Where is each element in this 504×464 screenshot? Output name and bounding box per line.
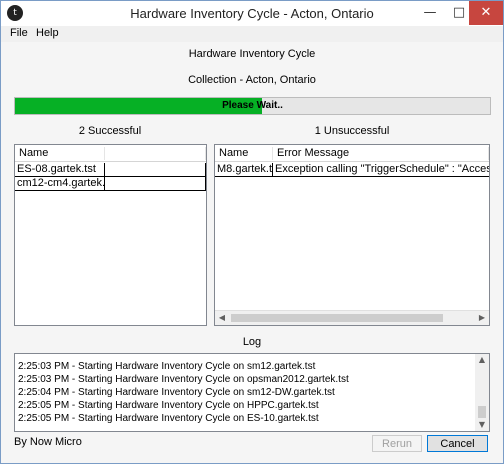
successful-name-cell: ES-08.gartek.tst (15, 163, 105, 177)
scroll-right-icon[interactable]: ▶ (475, 311, 489, 325)
menu-file[interactable]: File (10, 27, 28, 39)
log-line: 2:25:05 PM - Starting Hardware Inventory… (18, 400, 319, 411)
menu-help[interactable]: Help (36, 27, 59, 39)
log-label: Log (242, 336, 262, 348)
column-header-blank[interactable] (105, 147, 206, 160)
scroll-thumb[interactable] (231, 314, 443, 322)
column-header-error-message[interactable]: Error Message (273, 147, 489, 160)
unsuccessful-name-cell: M8.gartek.tst (215, 163, 273, 177)
collection-title: Collection - Acton, Ontario (188, 74, 316, 86)
rerun-button[interactable]: Rerun (372, 435, 422, 452)
successful-grid-header: Name (15, 145, 206, 162)
menu-bar: File Help (1, 26, 503, 42)
log-textbox[interactable]: 2:25:03 PM - Starting Hardware Inventory… (14, 353, 490, 432)
vertical-scrollbar[interactable]: ▲ ▼ (475, 354, 489, 431)
app-window: t Hardware Inventory Cycle - Acton, Onta… (0, 0, 504, 464)
horizontal-scrollbar[interactable]: ◀ ▶ (215, 310, 489, 325)
column-header-name[interactable]: Name (15, 147, 105, 160)
successful-count-label: 2 Successful (78, 125, 142, 137)
scroll-thumb[interactable] (478, 406, 486, 418)
log-line: 2:25:04 PM - Starting Hardware Inventory… (18, 387, 335, 398)
log-line: 2:25:03 PM - Starting Hardware Inventory… (18, 361, 316, 372)
unsuccessful-count-label: 1 Unsuccessful (314, 125, 390, 137)
log-line: 2:25:03 PM - Starting Hardware Inventory… (18, 374, 349, 385)
credit-label: By Now Micro (14, 436, 82, 448)
progress-bar: Please Wait.. (14, 97, 491, 115)
table-row[interactable]: M8.gartek.tst Exception calling "Trigger… (215, 163, 489, 177)
unsuccessful-error-cell: Exception calling "TriggerSchedule" : "A… (273, 163, 489, 177)
cancel-button[interactable]: Cancel (427, 435, 488, 452)
scroll-left-icon[interactable]: ◀ (215, 311, 229, 325)
title-bar[interactable]: t Hardware Inventory Cycle - Acton, Onta… (1, 1, 503, 26)
table-row[interactable]: cm12-cm4.gartek.tst (15, 177, 206, 191)
column-header-name[interactable]: Name (215, 147, 273, 160)
operation-title: Hardware Inventory Cycle (188, 48, 316, 60)
table-row[interactable]: ES-08.gartek.tst (15, 163, 206, 177)
successful-name-cell: cm12-cm4.gartek.tst (15, 177, 105, 191)
successful-blank-cell (105, 163, 206, 177)
unsuccessful-grid[interactable]: Name Error Message M8.gartek.tst Excepti… (214, 144, 490, 326)
log-line: 2:25:05 PM - Starting Hardware Inventory… (18, 413, 319, 424)
unsuccessful-grid-header: Name Error Message (215, 145, 489, 162)
close-button[interactable]: ✕ (469, 1, 503, 25)
scroll-up-icon[interactable]: ▲ (475, 354, 489, 366)
minimize-button[interactable]: — (415, 1, 445, 25)
main-panel: Hardware Inventory Cycle Collection - Ac… (1, 42, 503, 463)
progress-label: Please Wait.. (222, 100, 283, 111)
scroll-down-icon[interactable]: ▼ (475, 419, 489, 431)
successful-blank-cell (105, 177, 206, 191)
successful-grid[interactable]: Name ES-08.gartek.tst cm12-cm4.gartek.ts… (14, 144, 207, 326)
